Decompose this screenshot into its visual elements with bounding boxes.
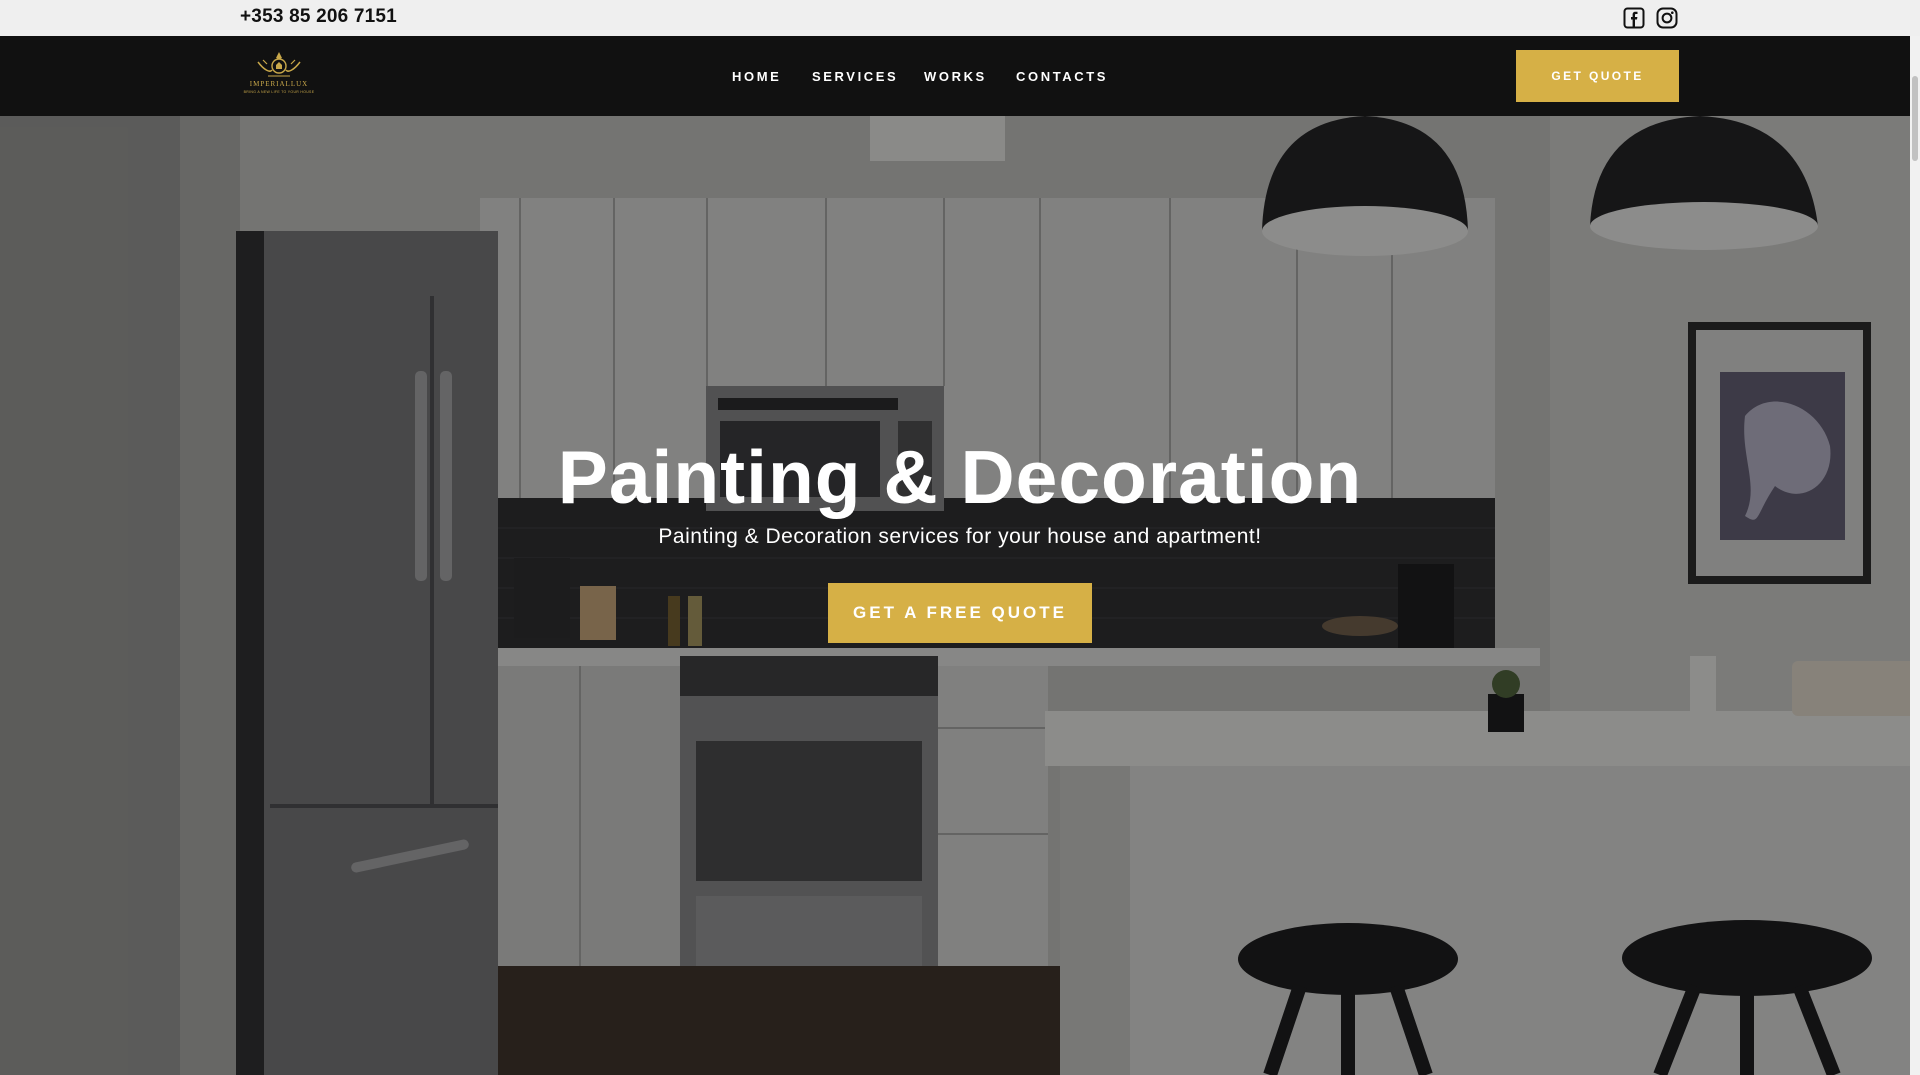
phone-number[interactable]: +353 85 206 7151 — [240, 6, 397, 28]
page-scrollbar[interactable] — [1910, 36, 1920, 1075]
facebook-icon[interactable] — [1623, 7, 1645, 29]
nav-home[interactable]: HOME — [732, 69, 781, 84]
hero-subtitle: Painting & Decoration services for your … — [658, 525, 1262, 548]
nav-services[interactable]: SERVICES — [812, 69, 898, 84]
brand-logo[interactable]: IMPERIALLUX BRING A NEW LIFE TO YOUR HOU… — [238, 50, 320, 100]
scrollbar-thumb[interactable] — [1912, 76, 1918, 161]
get-quote-button[interactable]: GET QUOTE — [1516, 50, 1679, 102]
brand-name: IMPERIALLUX — [249, 80, 309, 88]
crown-icon — [257, 52, 301, 77]
hero-title: Painting & Decoration — [557, 435, 1363, 519]
nav-works[interactable]: WORKS — [924, 69, 987, 84]
instagram-icon[interactable] — [1656, 7, 1678, 29]
main-navbar: IMPERIALLUX BRING A NEW LIFE TO YOUR HOU… — [0, 36, 1920, 116]
get-free-quote-button[interactable]: GET A FREE QUOTE — [828, 583, 1092, 643]
nav-contacts[interactable]: CONTACTS — [1016, 69, 1108, 84]
brand-tagline: BRING A NEW LIFE TO YOUR HOUSE — [243, 90, 315, 94]
hero-section: Painting & Decoration Painting & Decorat… — [0, 116, 1920, 1075]
top-info-bar: +353 85 206 7151 — [0, 0, 1920, 36]
